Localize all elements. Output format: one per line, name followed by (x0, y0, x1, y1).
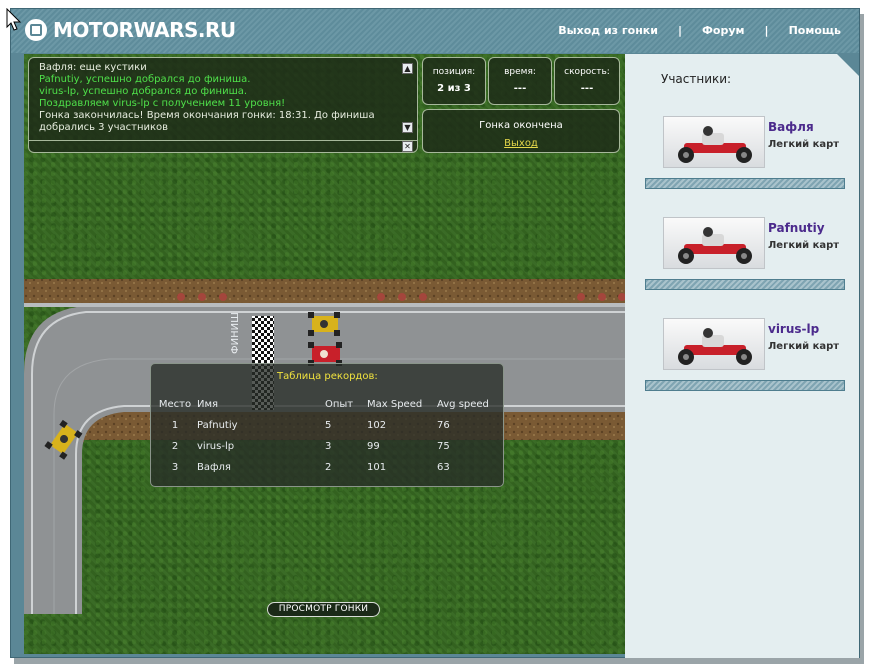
cell-exp: 3 (325, 441, 332, 452)
participant-card[interactable]: Вафля Легкий карт (645, 106, 845, 192)
time-label: время: (504, 67, 536, 77)
speed-value: --- (580, 83, 594, 94)
close-icon[interactable]: ✕ (402, 141, 413, 152)
nav-separator: | (764, 24, 769, 37)
speed-label: скорость: (564, 67, 610, 77)
cell-place: 1 (171, 420, 179, 431)
logo-badge-icon (25, 19, 47, 41)
chat-message: virus-lp, успешно добрался до финиша. (39, 86, 248, 97)
kart-image (663, 318, 765, 370)
chat-message: добрались 3 участников (39, 122, 169, 133)
participant-kart: Легкий карт (768, 139, 840, 150)
mouse-cursor-icon (6, 8, 22, 31)
chat-message: Поздравляем virus-lp с получением 11 уро… (39, 98, 286, 109)
cell-name: virus-lp (197, 441, 235, 452)
column-header-max-speed: Max Speed (367, 399, 423, 410)
column-header-place: Место (158, 399, 192, 410)
scroll-down-icon[interactable]: ▼ (402, 122, 413, 133)
kart-image (663, 217, 765, 269)
cell-place: 3 (171, 462, 179, 473)
chat-message: Pafnutiy, успешно добрался до финиша. (39, 74, 251, 85)
chat-messages: Вафля: еще кустики Pafnutiy, успешно доб… (39, 62, 401, 138)
finish-label: ФИНИШ (230, 312, 241, 354)
time-value: --- (513, 83, 527, 94)
chat-panel: Вафля: еще кустики Pafnutiy, успешно доб… (28, 57, 418, 153)
participant-bar (645, 380, 845, 391)
participant-card[interactable]: Pafnutiy Легкий карт (645, 207, 845, 293)
position-value: 2 из 3 (437, 83, 471, 94)
nav-separator: | (677, 24, 683, 37)
site-logo[interactable]: MOTORWARS.RU (25, 17, 236, 43)
cell-max-speed: 99 (367, 441, 380, 452)
header-nav: Выход из гонки | Форум | Помощь (558, 24, 841, 37)
column-header-exp: Опыт (325, 399, 354, 410)
time-box: время: --- (488, 57, 552, 105)
column-header-name: Имя (197, 399, 219, 410)
participant-name[interactable]: virus-lp (768, 322, 819, 336)
chat-message: Вафля: еще кустики (39, 62, 147, 73)
participant-kart: Легкий карт (768, 240, 840, 251)
nav-exit-race[interactable]: Выход из гонки (558, 24, 658, 37)
cell-name: Вафля (197, 462, 231, 473)
position-label: позиция: (432, 67, 476, 77)
participants-sidebar: Участники: Вафля Легкий карт Pafnutiy Ле… (625, 54, 859, 658)
race-exit-link[interactable]: Выход (504, 138, 538, 149)
participant-bar (645, 178, 845, 189)
kart-icon (678, 227, 752, 264)
kart-icon (678, 126, 752, 163)
race-status-box: Гонка окончена Выход (422, 109, 620, 153)
kart-image (663, 116, 765, 168)
table-row: 2 virus-lp 3 99 75 (155, 436, 501, 457)
cell-exp: 2 (325, 462, 332, 473)
race-status-text: Гонка окончена (479, 120, 563, 131)
participant-name[interactable]: Вафля (768, 120, 814, 134)
nav-help[interactable]: Помощь (789, 24, 841, 37)
logo-text: MOTORWARS.RU (53, 18, 236, 42)
cell-exp: 5 (325, 420, 332, 431)
dirt-band-top (24, 279, 625, 307)
speed-box: скорость: --- (554, 57, 620, 105)
participant-card[interactable]: virus-lp Легкий карт (645, 308, 845, 394)
cell-avg-speed: 75 (437, 441, 450, 452)
chat-input-divider (29, 140, 417, 141)
records-title: Таблица рекордов: (277, 371, 378, 382)
nav-forum[interactable]: Форум (702, 24, 745, 37)
position-box: позиция: 2 из 3 (422, 57, 486, 105)
sidebar-corner (837, 54, 859, 76)
records-table: Место Имя Опыт Max Speed Avg speed 1 Paf… (155, 394, 501, 478)
cell-place: 2 (171, 441, 179, 452)
scroll-up-icon[interactable]: ▲ (402, 63, 413, 74)
track-barrier (24, 303, 625, 307)
participant-bar (645, 279, 845, 290)
chat-message: Гонка закончилась! Время окончания гонки… (39, 110, 375, 121)
table-row: 1 Pafnutiy 5 102 76 (155, 415, 501, 436)
site-header: MOTORWARS.RU Выход из гонки | Форум | По… (11, 9, 859, 53)
game-window: MOTORWARS.RU Выход из гонки | Форум | По… (10, 8, 860, 658)
column-header-avg-speed: Avg speed (437, 399, 489, 410)
kart-icon (678, 328, 752, 365)
cell-avg-speed: 76 (437, 420, 450, 431)
cell-max-speed: 101 (367, 462, 387, 473)
replay-race-button[interactable]: ПРОСМОТР ГОНКИ (267, 602, 380, 617)
game-canvas[interactable]: ФИНИШ Вафля: еще кустики Pafnutiy, успеш… (24, 54, 625, 654)
participant-kart: Легкий карт (768, 341, 840, 352)
participant-name[interactable]: Pafnutiy (768, 221, 825, 235)
participants-title: Участники: (661, 72, 732, 86)
table-row: 3 Вафля 2 101 63 (155, 457, 501, 478)
cell-avg-speed: 63 (437, 462, 450, 473)
cell-max-speed: 102 (367, 420, 387, 431)
records-header-row: Место Имя Опыт Max Speed Avg speed (155, 394, 501, 415)
records-table-panel: Таблица рекордов: Место Имя Опыт Max Spe… (150, 363, 504, 487)
cell-name: Pafnutiy (197, 420, 238, 431)
